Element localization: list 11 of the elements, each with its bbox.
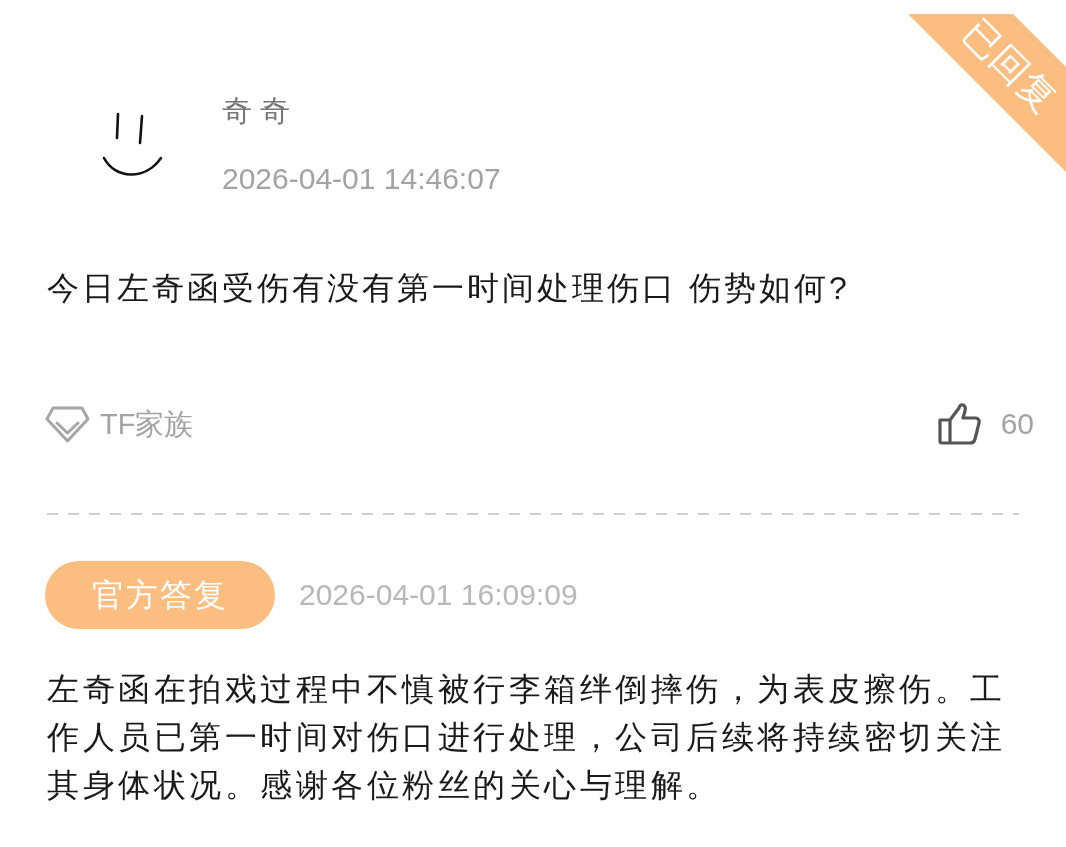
author-name: 奇 奇 bbox=[222, 93, 292, 129]
question-text: 今日左奇函受伤有没有第一时间处理伤口 伤势如何? bbox=[47, 269, 851, 308]
official-reply-badge: 官方答复 bbox=[45, 561, 275, 629]
reply-timestamp: 2026-04-01 16:09:09 bbox=[299, 577, 578, 613]
ribbon-label: 已回复 bbox=[956, 12, 1064, 120]
question-timestamp: 2026-04-01 14:46:07 bbox=[222, 161, 501, 197]
diamond-check-icon bbox=[45, 405, 90, 443]
thumbs-up-icon[interactable] bbox=[937, 403, 981, 445]
reply-text: 左奇函在拍戏过程中不慎被行李箱绊倒摔伤，为表皮擦伤。工作人员已第一时间对伤口进行处理，公司后续将持续密切关注其身体状况。感谢各位粉丝的关心与理解。 bbox=[47, 670, 1007, 805]
like-count: 60 bbox=[1000, 406, 1034, 442]
group-label: TF家族 bbox=[100, 407, 194, 442]
